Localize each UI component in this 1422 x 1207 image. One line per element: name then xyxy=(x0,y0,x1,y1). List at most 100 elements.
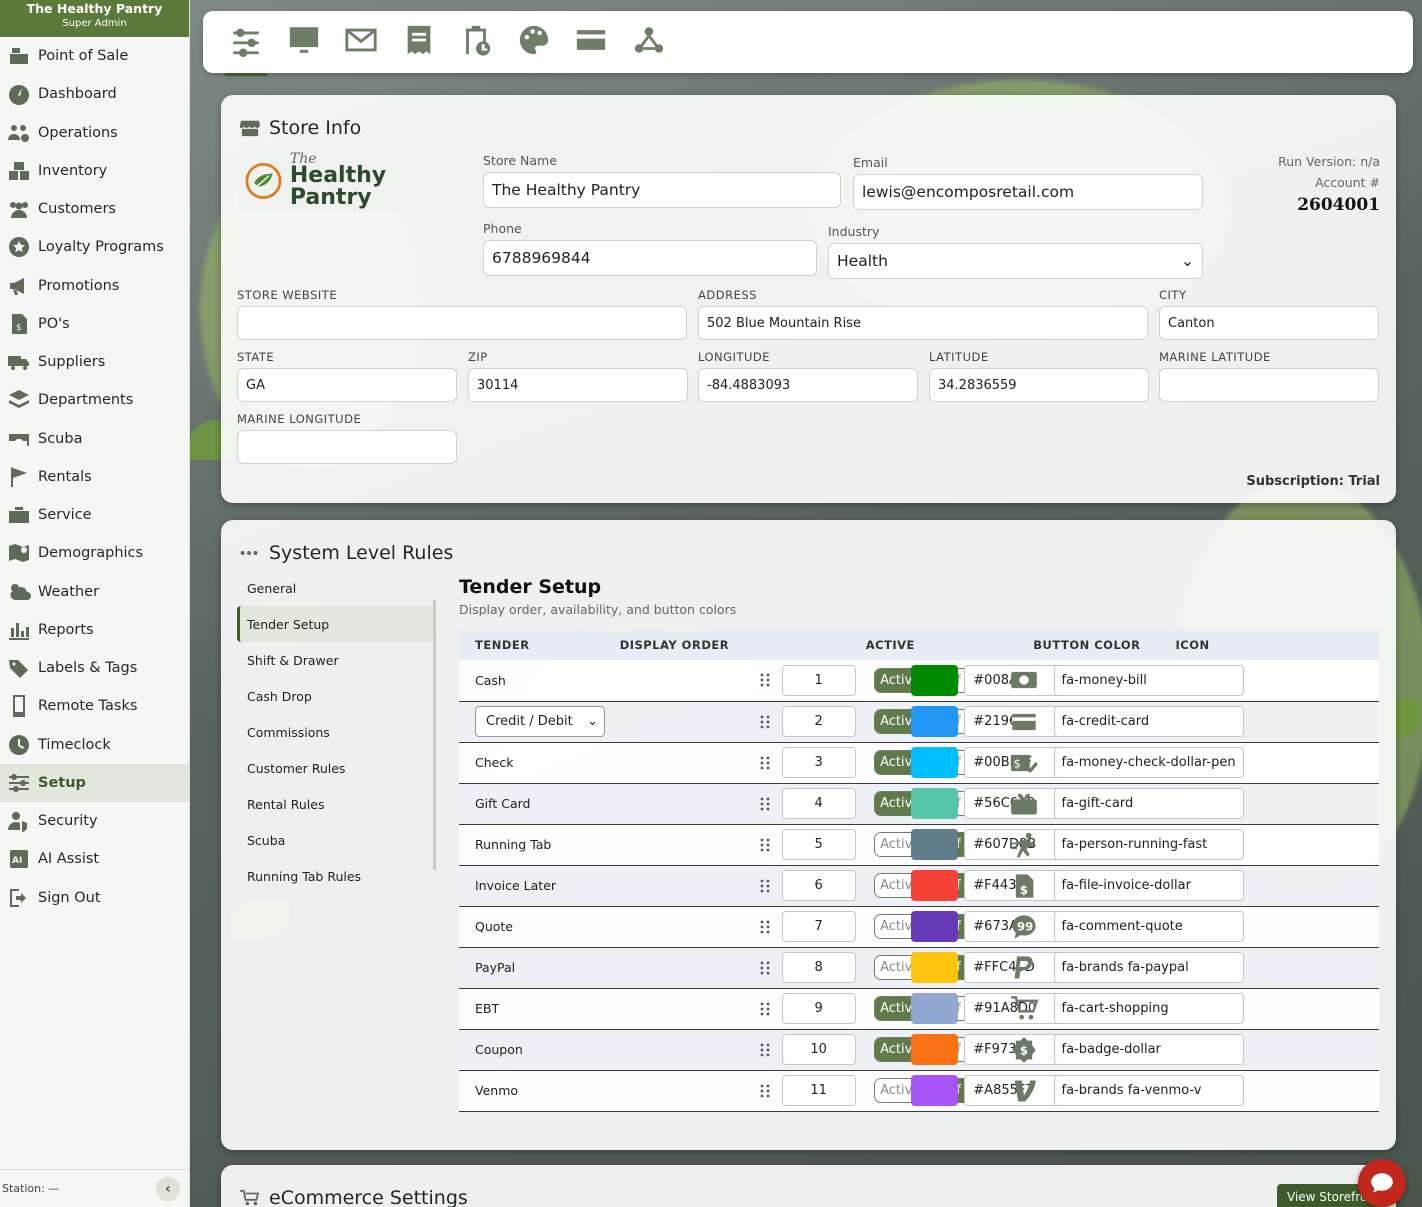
color-swatch[interactable] xyxy=(911,747,959,778)
display-order-input[interactable]: 3 xyxy=(781,747,856,778)
display-order-input[interactable]: 4 xyxy=(781,788,856,819)
marine-longitude-input[interactable] xyxy=(237,430,457,464)
subnav-shift-drawer[interactable]: Shift & Drawer xyxy=(237,642,433,678)
subnav-commissions[interactable]: Commissions xyxy=(237,714,433,750)
tender-type-select[interactable]: Credit / Debit ⌄ xyxy=(475,706,605,737)
subnav-general[interactable]: General xyxy=(237,570,433,606)
sidebar-item-setup[interactable]: Setup xyxy=(0,763,189,802)
sidebar-item-inventory[interactable]: Inventory xyxy=(0,152,189,190)
subnav-cash-drop[interactable]: Cash Drop xyxy=(237,678,433,714)
drag-handle-icon[interactable] xyxy=(760,1084,774,1098)
address-input[interactable]: 502 Blue Mountain Rise xyxy=(698,306,1148,340)
toolbar-settings-sliders-button[interactable] xyxy=(225,21,267,76)
drag-handle-icon[interactable] xyxy=(760,797,774,811)
color-swatch[interactable] xyxy=(911,993,959,1024)
sidebar-item-suppliers[interactable]: Suppliers xyxy=(0,343,189,381)
color-swatch[interactable] xyxy=(911,952,959,983)
icon-class-input[interactable]: fa-cart-shopping xyxy=(1053,993,1244,1024)
drag-handle-icon[interactable] xyxy=(760,838,774,852)
color-swatch[interactable] xyxy=(911,1075,959,1106)
sidebar-item-point-of-sale[interactable]: Point of Sale xyxy=(0,37,189,75)
website-input[interactable] xyxy=(237,306,687,340)
sidebar-item-service[interactable]: Service xyxy=(0,496,189,534)
display-order-input[interactable]: 11 xyxy=(781,1075,856,1106)
email-input[interactable]: lewis@encomposretail.com xyxy=(853,174,1203,210)
display-order-input[interactable]: 5 xyxy=(781,829,856,860)
sidebar-item-dashboard[interactable]: Dashboard xyxy=(0,75,189,113)
sidebar-item-reports[interactable]: Reports xyxy=(0,611,189,649)
drag-handle-icon[interactable] xyxy=(760,879,774,893)
drag-handle-icon[interactable] xyxy=(760,756,774,770)
display-order-input[interactable]: 10 xyxy=(781,1034,856,1065)
icon-class-input[interactable]: fa-brands fa-paypal xyxy=(1053,952,1244,983)
sidebar-item-loyalty-programs[interactable]: Loyalty Programs xyxy=(0,228,189,266)
color-swatch[interactable] xyxy=(911,911,959,942)
display-order-input[interactable]: 7 xyxy=(781,911,856,942)
icon-class-input[interactable]: fa-gift-card xyxy=(1053,788,1244,819)
display-order-input[interactable]: 8 xyxy=(781,952,856,983)
display-order-input[interactable]: 1 xyxy=(781,664,856,696)
color-swatch[interactable] xyxy=(911,870,959,901)
toolbar-palette-button[interactable] xyxy=(513,21,555,63)
sidebar-item-demographics[interactable]: Demographics xyxy=(0,534,189,572)
toolbar-webhook-button[interactable] xyxy=(628,21,670,63)
icon-class-input[interactable]: fa-person-running-fast xyxy=(1053,829,1244,860)
color-swatch[interactable] xyxy=(911,706,959,737)
state-input[interactable]: GA xyxy=(237,368,457,402)
toolbar-receipt-button[interactable] xyxy=(398,21,440,63)
icon-class-input[interactable]: fa-credit-card xyxy=(1053,706,1244,737)
sidebar-item-rentals[interactable]: Rentals xyxy=(0,458,189,496)
sidebar-item-weather[interactable]: Weather xyxy=(0,573,189,611)
subnav-rental-rules[interactable]: Rental Rules xyxy=(237,786,433,822)
store-name-input[interactable]: The Healthy Pantry xyxy=(483,172,841,208)
sidebar-item-timeclock[interactable]: Timeclock xyxy=(0,726,189,764)
sidebar-item-promotions[interactable]: Promotions xyxy=(0,267,189,305)
drag-handle-icon[interactable] xyxy=(760,1002,774,1016)
sidebar-item-security[interactable]: Security xyxy=(0,802,189,840)
sidebar-item-operations[interactable]: Operations xyxy=(0,114,189,152)
marine-latitude-input[interactable] xyxy=(1159,368,1379,402)
display-order-input[interactable]: 6 xyxy=(781,870,856,901)
toolbar-credit-card-button[interactable] xyxy=(570,21,612,63)
subnav-running-tab-rules[interactable]: Running Tab Rules xyxy=(237,858,433,894)
sidebar-item-scuba[interactable]: Scuba xyxy=(0,420,189,458)
icon-class-input[interactable]: fa-file-invoice-dollar xyxy=(1053,870,1244,901)
phone-input[interactable]: 6788969844 xyxy=(483,240,817,276)
icon-class-input[interactable]: fa-badge-dollar xyxy=(1053,1034,1244,1065)
industry-select[interactable]: Health ⌄ xyxy=(828,243,1203,279)
drag-handle-icon[interactable] xyxy=(760,1043,774,1057)
sidebar-item-departments[interactable]: Departments xyxy=(0,381,189,419)
drag-handle-icon[interactable] xyxy=(760,715,774,729)
sidebar-item-sign-out[interactable]: Sign Out xyxy=(0,879,189,917)
icon-class-input[interactable]: fa-money-bill xyxy=(1053,664,1244,696)
sidebar-item-ai-assist[interactable]: AI AI Assist xyxy=(0,840,189,878)
sidebar-item-customers[interactable]: Customers xyxy=(0,190,189,228)
collapse-sidebar-button[interactable]: ‹ xyxy=(156,1176,180,1201)
chat-button[interactable] xyxy=(1358,1159,1406,1207)
display-order-input[interactable]: 2 xyxy=(781,706,856,737)
color-swatch[interactable] xyxy=(911,1034,959,1065)
toolbar-envelope-button[interactable] xyxy=(340,21,382,63)
icon-class-input[interactable]: fa-brands fa-venmo-v xyxy=(1053,1075,1244,1106)
drag-handle-icon[interactable] xyxy=(760,673,774,687)
subnav-tender-setup[interactable]: Tender Setup xyxy=(237,606,433,642)
toolbar-clipboard-clock-button[interactable] xyxy=(455,21,497,63)
city-input[interactable]: Canton xyxy=(1159,306,1379,340)
longitude-input[interactable]: -84.4883093 xyxy=(698,368,918,402)
color-swatch[interactable] xyxy=(911,829,959,860)
icon-class-input[interactable]: fa-money-check-dollar-pen xyxy=(1053,747,1244,778)
subnav-customer-rules[interactable]: Customer Rules xyxy=(237,750,433,786)
drag-handle-icon[interactable] xyxy=(760,961,774,975)
display-order-input[interactable]: 9 xyxy=(781,993,856,1024)
color-swatch[interactable] xyxy=(911,788,959,819)
drag-handle-icon[interactable] xyxy=(760,920,774,934)
subnav-scuba[interactable]: Scuba xyxy=(237,822,433,858)
sidebar-item-remote-tasks[interactable]: Remote Tasks xyxy=(0,687,189,725)
sidebar-item-po-s[interactable]: $ PO's xyxy=(0,305,189,343)
icon-class-input[interactable]: fa-comment-quote xyxy=(1053,911,1244,942)
sidebar-item-labels-tags[interactable]: Labels & Tags xyxy=(0,649,189,687)
toolbar-monitor-button[interactable] xyxy=(283,21,325,63)
latitude-input[interactable]: 34.2836559 xyxy=(929,368,1149,402)
color-swatch[interactable] xyxy=(911,664,959,696)
zip-input[interactable]: 30114 xyxy=(468,368,688,402)
